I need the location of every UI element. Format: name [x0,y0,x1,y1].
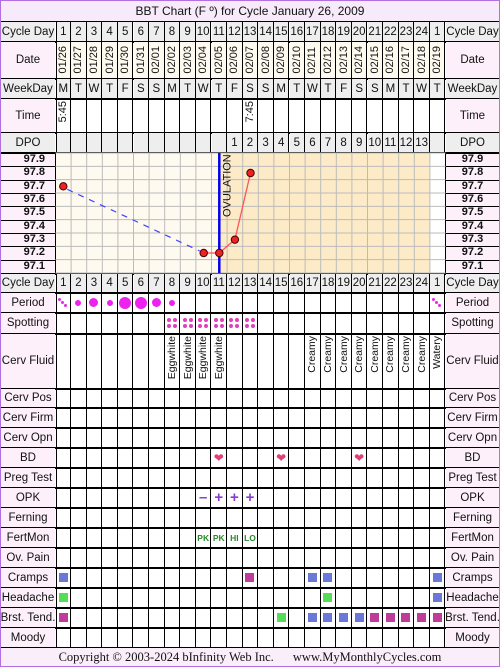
temp-point [246,168,255,178]
pre-ovulation-zone [55,153,220,273]
temperature-chart: OVULATION [55,152,446,274]
bbt-chart-frame: BBT Chart (F º) for Cycle January 26, 20… [0,0,500,667]
website-link[interactable]: www.MyMonthlyCycles.com [293,650,442,664]
temp-point [59,182,68,191]
ovulation-label: OVULATION [221,154,233,217]
temp-point [199,248,208,258]
footer: Copyright © 2003-2024 bInfinity Web Inc.… [1,648,499,666]
copyright-text: Copyright © 2003-2024 bInfinity Web Inc. [58,650,274,664]
temp-point [230,235,240,244]
temp-point [215,248,224,258]
